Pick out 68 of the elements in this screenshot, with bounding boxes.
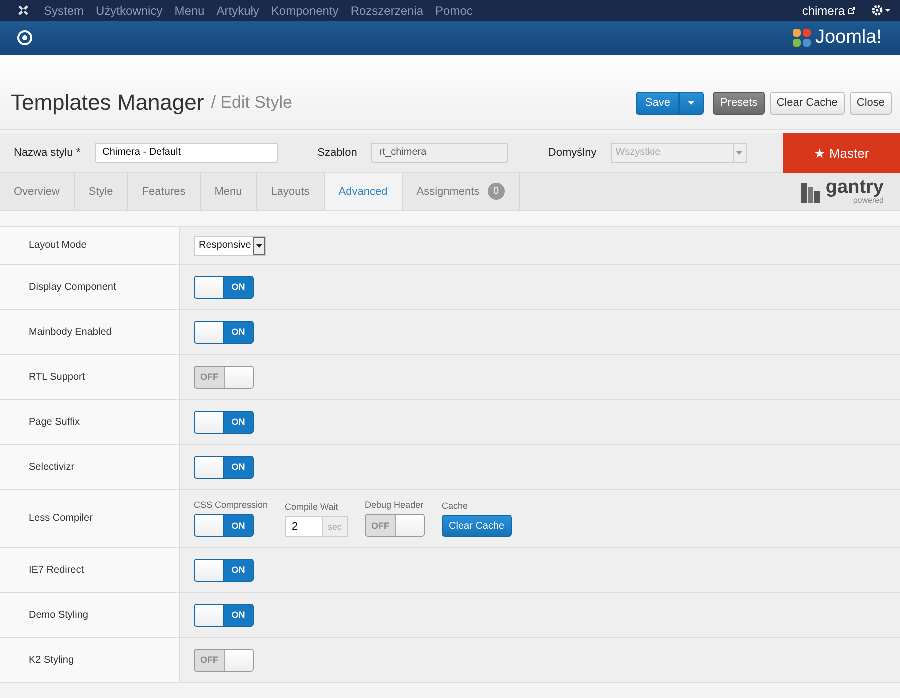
toggle-switch[interactable]: OFF [365,514,426,537]
field-label: Cache [442,501,470,511]
menu-item[interactable]: Komponenty [271,4,339,18]
field-label: CSS Compression [194,500,268,510]
dropdown-button[interactable] [679,92,704,114]
toggle-switch[interactable]: OFF [194,366,254,388]
setting-label: RTL Support [29,372,86,382]
toolbar-button[interactable]: Close [850,92,892,114]
joomla-icon[interactable] [17,4,30,17]
toggle-switch[interactable]: ON [194,558,254,582]
setting-label: Page Suffix [29,416,80,428]
field-label: Debug Header [365,500,425,510]
field-label: Szablon [318,146,358,158]
field-label: Nazwa stylu * [14,146,81,158]
brand-name: Joomla! [815,27,882,49]
toggle-switch[interactable]: ON [194,410,254,434]
field-label: Domyślny [548,146,597,158]
setting-label: Layout Mode [29,240,87,251]
logo-icon [791,27,814,49]
building-icon [798,180,823,202]
setting-label: Mainbody Enabled [29,326,112,338]
setting-label: Demo Styling [29,610,88,620]
menu-item[interactable]: Artykuły [216,4,260,18]
tab[interactable]: Assignments 0 [402,173,520,210]
count-badge: 0 [488,183,505,200]
toggle-switch[interactable]: ON [194,320,254,344]
tab[interactable]: Menu [200,173,258,210]
setting-label: Selectivizr [29,462,75,472]
menu-item[interactable]: System [44,4,84,18]
template-field[interactable]: rt_chimera [371,142,508,162]
target-icon [17,30,33,46]
number-field[interactable]: 2 [285,516,324,537]
style-name-field[interactable]: Chimera - Default [94,142,278,162]
caret-icon [736,150,744,154]
master-button[interactable]: ★ Master [783,133,900,173]
toggle-switch[interactable]: ON [194,456,254,478]
toggle-switch[interactable]: ON [194,604,254,626]
external-link-icon [848,6,856,14]
layout-mode-select[interactable]: Responsive [194,236,266,256]
gantry-subtitle: powered [853,197,884,205]
caret-icon [256,244,262,248]
setting-label: Display Component [29,282,116,292]
tab[interactable]: Overview [0,173,75,210]
save-button[interactable]: Save [636,92,680,114]
caret-icon [688,101,696,105]
tab[interactable]: Features [128,173,201,210]
tab[interactable]: Style [74,173,128,210]
page-subtitle: / Edit Style [211,93,292,113]
toolbar-button[interactable]: Presets [713,92,765,114]
toggle-switch[interactable]: ON [194,514,254,537]
field-label: Compile Wait [285,502,340,512]
menu-item[interactable]: Użytkownicy [96,4,163,18]
unit-label: sec [323,516,348,537]
menu-item[interactable]: Menu [174,4,205,18]
setting-label: K2 Styling [29,654,74,666]
menu-item[interactable]: Rozszerzenia [350,4,424,18]
setting-label: IE7 Redirect [29,564,84,576]
menu-item[interactable]: Pomoc [436,4,473,18]
page-title: Templates Manager [11,90,204,116]
settings-icon[interactable] [872,5,892,16]
toggle-switch[interactable]: ON [194,276,254,298]
clear-cache-button[interactable]: Clear Cache [442,515,512,537]
toggle-switch[interactable]: OFF [194,648,254,672]
setting-label: Less Compiler [29,513,93,524]
gantry-logo: gantry [826,178,884,197]
toolbar-button[interactable]: Clear Cache [770,92,845,114]
tab[interactable]: Advanced [324,173,403,210]
user-link[interactable]: chimera [802,4,845,18]
